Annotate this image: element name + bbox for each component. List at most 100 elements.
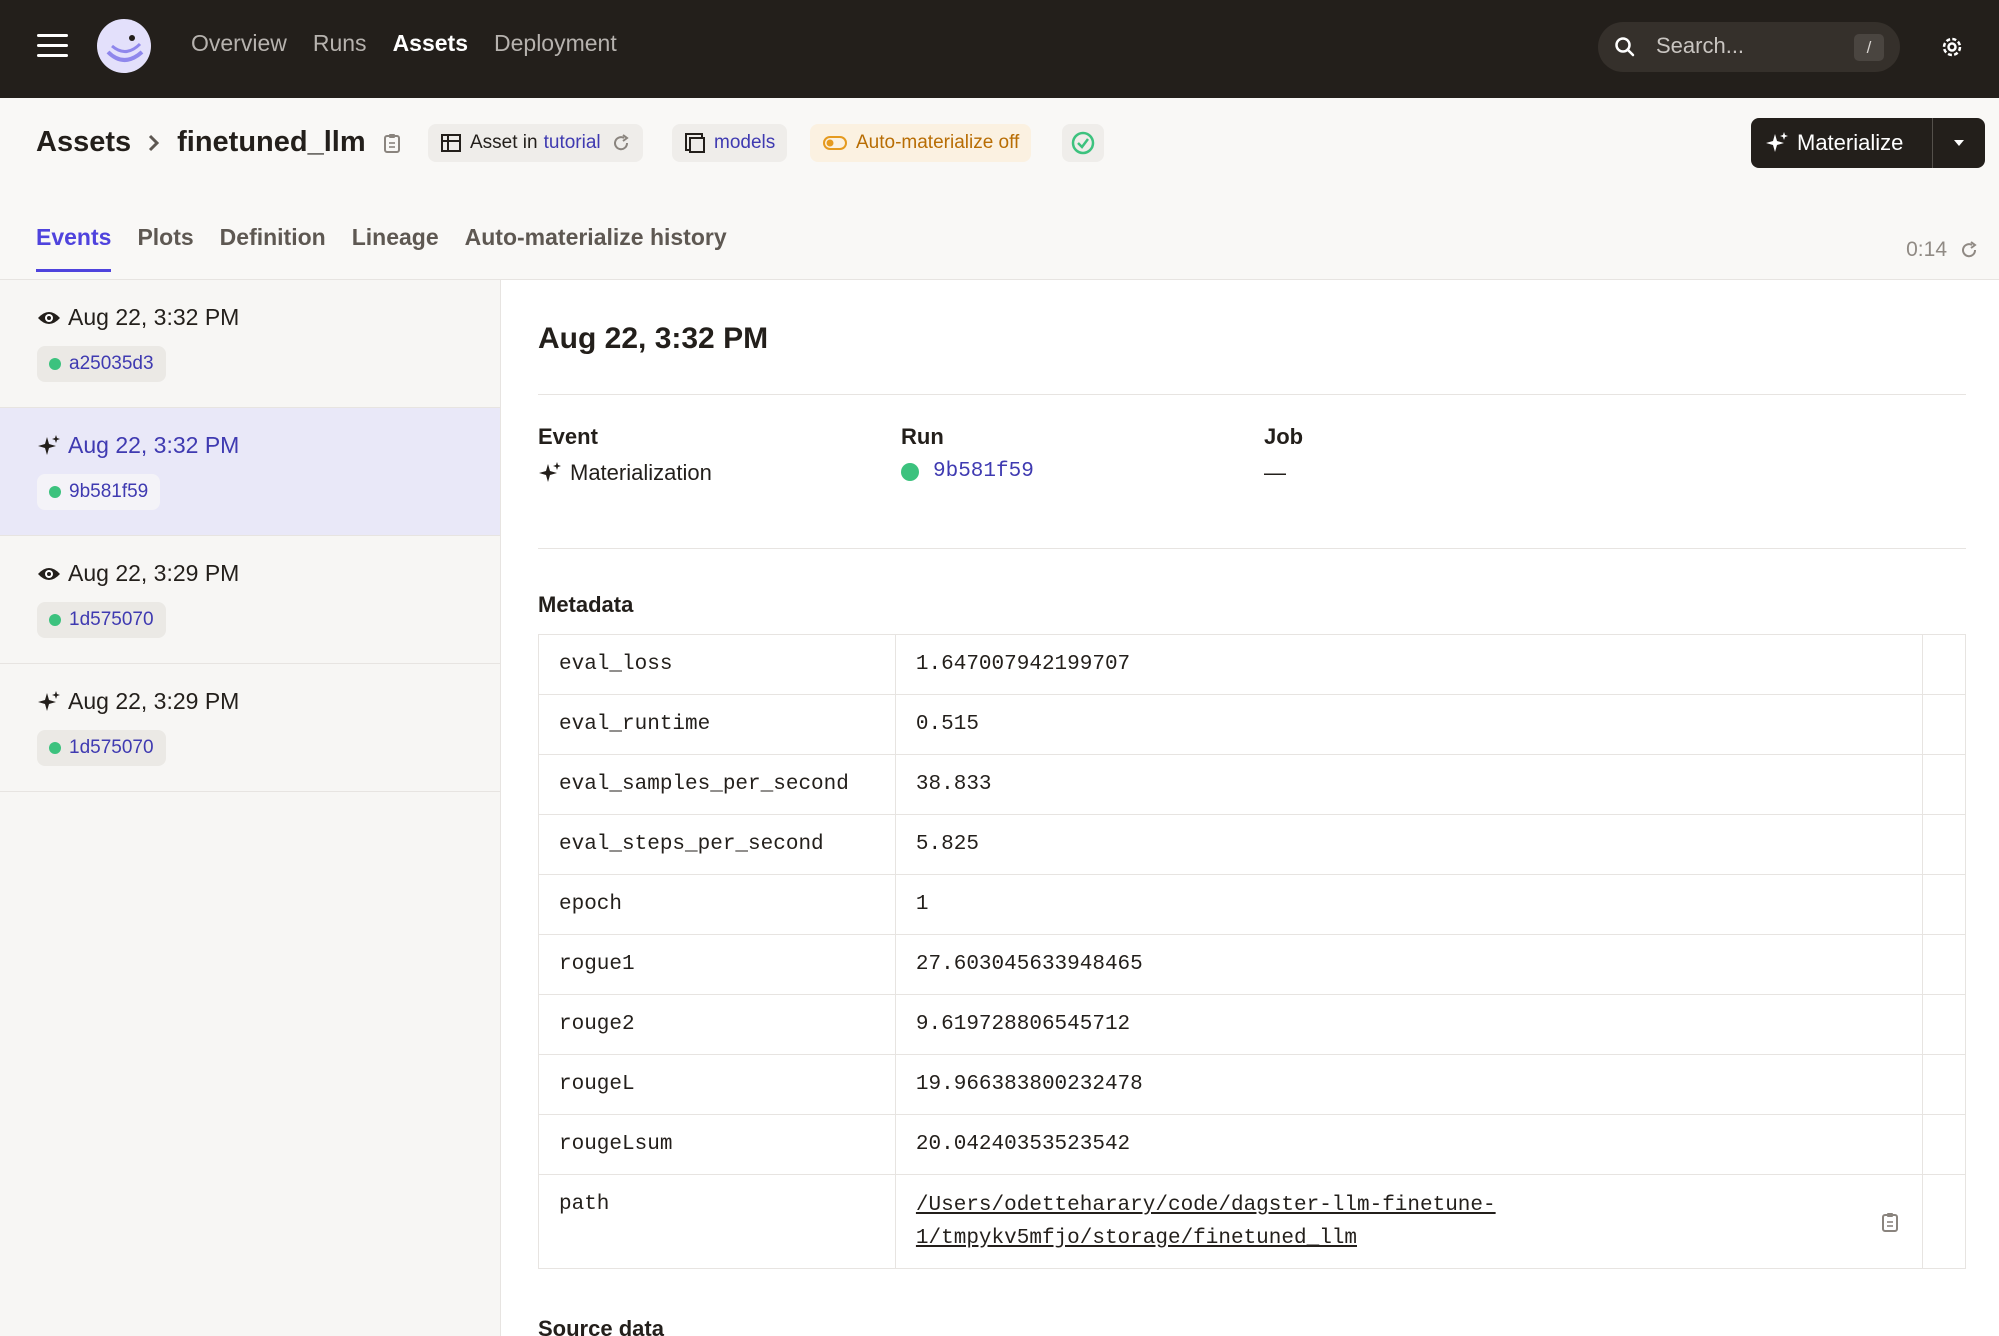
nav-overview[interactable]: Overview <box>191 30 287 57</box>
eye-icon <box>38 567 60 580</box>
asset-group-icon <box>685 133 705 153</box>
reload-icon[interactable] <box>611 133 631 153</box>
job-value: — <box>1264 460 1286 485</box>
copy-icon[interactable] <box>380 131 404 155</box>
metadata-key: epoch <box>538 874 896 935</box>
breadcrumb-assets[interactable]: Assets <box>36 126 131 159</box>
sparkle-icon <box>539 462 561 482</box>
metadata-table: eval_loss 1.647007942199707 eval_runtime 0… <box>538 634 1966 1269</box>
event-time: Aug 22, 3:29 PM <box>68 560 240 586</box>
code-location-link[interactable]: tutorial <box>544 132 601 154</box>
metadata-key: eval_loss <box>538 634 896 695</box>
status-dot <box>49 742 61 754</box>
detail-title: Aug 22, 3:32 PM <box>538 322 769 355</box>
run-id: 9b581f59 <box>69 481 149 502</box>
metadata-title: Metadata <box>538 592 634 617</box>
materialize-button[interactable]: Materialize <box>1751 118 1933 168</box>
job-label: Job <box>1264 424 1304 449</box>
sparkle-icon <box>1766 132 1788 152</box>
event-column: Event Materialization <box>538 424 712 486</box>
run-id: a25035d3 <box>69 353 154 374</box>
auto-materialize-tag[interactable]: Auto-materialize off <box>810 124 1032 162</box>
metadata-value: 19.966383800232478 <box>894 1054 1924 1115</box>
metadata-key: eval_samples_per_second <box>538 754 896 815</box>
metadata-value: 20.04240353523542 <box>894 1114 1924 1175</box>
top-nav: Overview Runs Assets Deployment Search..… <box>0 0 1999 98</box>
event-type: Materialization <box>570 460 712 485</box>
event-detail: Aug 22, 3:32 PM Event Materialization Ru… <box>502 280 1999 1336</box>
run-id: 1d575070 <box>69 737 154 758</box>
event-time: Aug 22, 3:32 PM <box>68 432 240 458</box>
status-dot <box>49 358 61 370</box>
metadata-value: 9.619728806545712 <box>894 994 1924 1055</box>
gear-icon[interactable] <box>1938 33 1966 61</box>
toggle-off-icon <box>823 136 847 150</box>
path-link[interactable]: /Users/odetteharary/code/dagster-llm-fin… <box>916 1189 1536 1255</box>
run-link[interactable]: 9b581f59 <box>933 460 1034 483</box>
status-check-tag[interactable] <box>1062 124 1104 162</box>
job-column: Job — <box>1264 424 1303 486</box>
metadata-key: eval_steps_per_second <box>538 814 896 875</box>
run-tag[interactable]: 1d575070 <box>37 730 166 766</box>
sparkle-icon <box>38 434 60 455</box>
table-row: rougeL 19.966383800232478 <box>538 1054 1966 1115</box>
menu-icon[interactable] <box>37 34 68 60</box>
nav-runs[interactable]: Runs <box>313 30 367 57</box>
materialize-button-group: Materialize <box>1751 118 1985 168</box>
asset-location-tag: Asset in tutorial <box>428 124 643 162</box>
table-row: path /Users/odetteharary/code/dagster-ll… <box>538 1174 1966 1269</box>
run-tag[interactable]: a25035d3 <box>37 346 166 382</box>
divider <box>538 548 1966 549</box>
run-column: Run 9b581f59 <box>901 424 1034 483</box>
event-item[interactable]: Aug 22, 3:32 PM a25035d3 <box>0 280 500 408</box>
metadata-value: 1.647007942199707 <box>894 634 1924 695</box>
run-tag[interactable]: 9b581f59 <box>37 474 161 510</box>
refresh-icon[interactable] <box>1959 240 1979 260</box>
asset-tabs: Events Plots Definition Lineage Auto-mat… <box>36 224 727 272</box>
chevron-right-icon <box>149 134 160 151</box>
status-dot <box>901 462 919 481</box>
asset-group-name[interactable]: models <box>714 132 775 154</box>
table-row: eval_loss 1.647007942199707 <box>538 634 1966 695</box>
materialize-dropdown[interactable] <box>1933 118 1985 168</box>
event-item[interactable]: Aug 22, 3:29 PM 1d575070 <box>0 536 500 664</box>
event-item[interactable]: Aug 22, 3:32 PM 9b581f59 <box>0 408 500 536</box>
run-label: Run <box>901 424 944 449</box>
tab-auto-materialize-history[interactable]: Auto-materialize history <box>465 224 727 272</box>
table-row: eval_steps_per_second 5.825 <box>538 814 1966 875</box>
metadata-key: rougeL <box>538 1054 896 1115</box>
table-row: epoch 1 <box>538 874 1966 935</box>
materialize-label: Materialize <box>1797 130 1904 155</box>
metadata-key: rogue1 <box>538 934 896 995</box>
asset-in-label: Asset in <box>470 132 538 153</box>
metadata-value: 0.515 <box>894 694 1924 755</box>
tab-plots[interactable]: Plots <box>137 224 193 272</box>
table-icon <box>441 134 461 152</box>
event-item[interactable]: Aug 22, 3:29 PM 1d575070 <box>0 664 500 792</box>
table-row: eval_runtime 0.515 <box>538 694 1966 755</box>
asset-name: finetuned_llm <box>177 126 366 158</box>
tab-lineage[interactable]: Lineage <box>352 224 439 272</box>
copy-icon[interactable] <box>1878 1210 1902 1234</box>
asset-header: Assets finetuned_llm Asset in tutorial m… <box>0 98 1999 280</box>
event-time: Aug 22, 3:29 PM <box>68 688 240 714</box>
tab-events[interactable]: Events <box>36 224 112 272</box>
metadata-value: 38.833 <box>894 754 1924 815</box>
nav-deployment[interactable]: Deployment <box>494 30 617 57</box>
search-input[interactable]: Search... / <box>1598 22 1900 72</box>
table-row: eval_samples_per_second 38.833 <box>538 754 1966 815</box>
status-dot <box>49 486 61 498</box>
metadata-value: 5.825 <box>894 814 1924 875</box>
eye-icon <box>38 311 60 324</box>
nav-assets[interactable]: Assets <box>393 30 468 57</box>
run-id: 1d575070 <box>69 609 154 630</box>
event-label: Event <box>538 424 598 449</box>
run-tag[interactable]: 1d575070 <box>37 602 166 638</box>
events-list: Aug 22, 3:32 PM a25035d3 Aug 22, 3:32 PM… <box>0 280 501 1336</box>
tab-definition[interactable]: Definition <box>220 224 326 272</box>
dagster-logo[interactable] <box>94 16 154 76</box>
asset-group-tag[interactable]: models <box>672 124 788 162</box>
refresh-timer: 0:14 <box>1906 238 1947 261</box>
metadata-key: path <box>538 1174 896 1269</box>
metadata-value: 1 <box>894 874 1924 935</box>
